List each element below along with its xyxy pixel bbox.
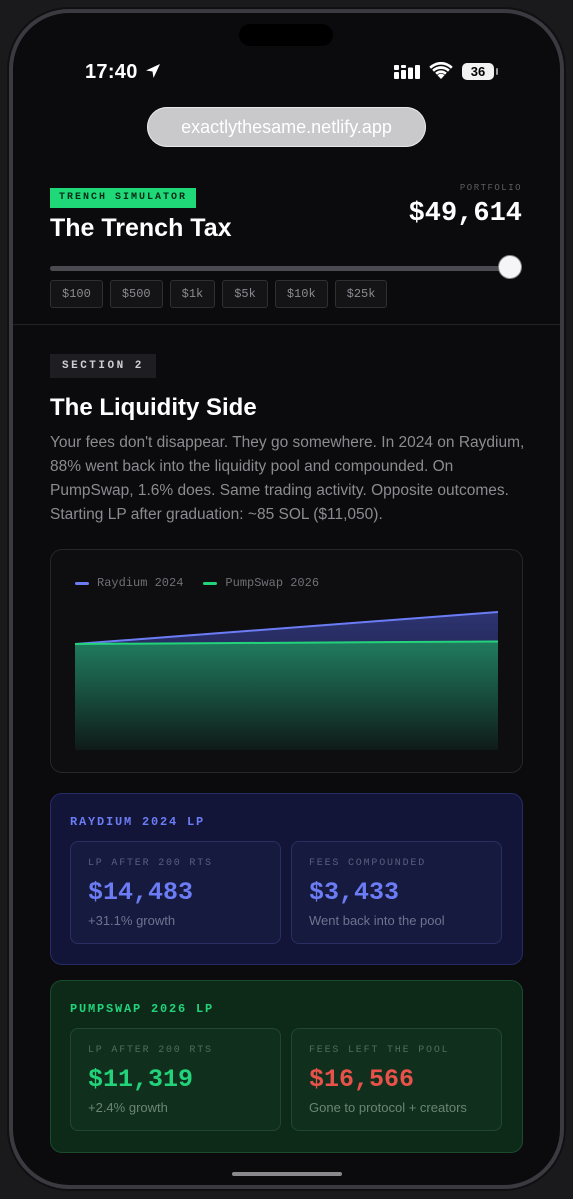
chart-legend: Raydium 2024 PumpSwap 2026 [75,576,319,590]
slider-thumb[interactable] [499,256,521,278]
stat-subtext: +31.1% growth [88,913,176,928]
stat-label: LP AFTER 200 RTS [88,1045,213,1056]
legend-label-pumpswap: PumpSwap 2026 [225,576,320,590]
header-badge: TRENCH SIMULATOR [50,188,197,208]
legend-item-raydium: Raydium 2024 [75,576,183,590]
location-arrow-icon [146,64,160,78]
stat-label: LP AFTER 200 RTS [88,858,213,869]
stat-value: $11,319 [88,1065,194,1094]
section-body: Your fees don't disappear. They go somew… [50,434,525,523]
page-title: The Trench Tax [50,214,232,242]
stat-label: FEES LEFT THE POOL [309,1045,450,1056]
portfolio-value: $49,614 [408,199,522,229]
legend-item-pumpswap: PumpSwap 2026 [203,576,319,590]
divider [13,324,560,325]
battery-cap-icon [496,68,498,75]
stat-label: FEES COMPOUNDED [309,858,427,869]
phone-frame: 17:40 36 exactlythesame.netlify.app TREN… [13,13,560,1185]
preset-100-button[interactable]: $100 [50,280,103,308]
battery-level: 36 [462,63,494,80]
slider-fill [50,266,510,271]
legend-label-raydium: Raydium 2024 [97,576,184,590]
preset-5k-button[interactable]: $5k [222,280,268,308]
home-indicator[interactable] [232,1172,342,1176]
section-badge: SECTION 2 [50,354,156,378]
preset-chips: $100 $500 $1k $5k $10k $25k [50,280,388,308]
raydium-fees-stat: FEES COMPOUNDED $3,433 Went back into th… [291,841,502,944]
section-title: The Liquidity Side [50,394,257,421]
status-time: 17:40 [85,61,138,83]
cellular-signal-icon [394,65,420,79]
pumpswap-card-heading: PUMPSWAP 2026 LP [70,1002,215,1016]
lp-chart-card: Raydium 2024 PumpSwap 2026 [50,549,523,773]
wifi-icon [429,62,453,79]
legend-swatch-pumpswap [203,581,218,585]
pumpswap-lp-after-stat: LP AFTER 200 RTS $11,319 +2.4% growth [70,1028,281,1131]
preset-10k-button[interactable]: $10k [274,280,328,308]
raydium-lp-after-stat: LP AFTER 200 RTS $14,483 +31.1% growth [70,841,281,944]
portfolio-label: PORTFOLIO [459,183,522,193]
stat-subtext: +2.4% growth [88,1100,168,1115]
preset-1k-button[interactable]: $1k [169,280,216,308]
lp-chart [75,611,498,750]
status-bar: 17:40 36 [13,57,560,87]
pumpswap-fees-stat: FEES LEFT THE POOL $16,566 Gone to proto… [291,1028,502,1131]
url-bar[interactable]: exactlythesame.netlify.app [147,107,426,147]
raydium-card-heading: RAYDIUM 2024 LP [70,815,206,829]
preset-25k-button[interactable]: $25k [334,280,388,308]
raydium-lp-card: RAYDIUM 2024 LP LP AFTER 200 RTS $14,483… [50,793,523,965]
stat-value: $3,433 [309,878,400,907]
stat-value: $16,566 [309,1065,415,1094]
stat-value: $14,483 [88,878,194,907]
portfolio-slider[interactable] [50,256,521,278]
stat-subtext: Gone to protocol + creators [309,1100,467,1115]
area-pumpswap-2026 [75,641,498,750]
preset-500-button[interactable]: $500 [109,280,163,308]
dynamic-island [239,24,333,46]
pumpswap-lp-card: PUMPSWAP 2026 LP LP AFTER 200 RTS $11,31… [50,980,523,1153]
stat-subtext: Went back into the pool [309,913,445,928]
legend-swatch-raydium [75,581,89,585]
